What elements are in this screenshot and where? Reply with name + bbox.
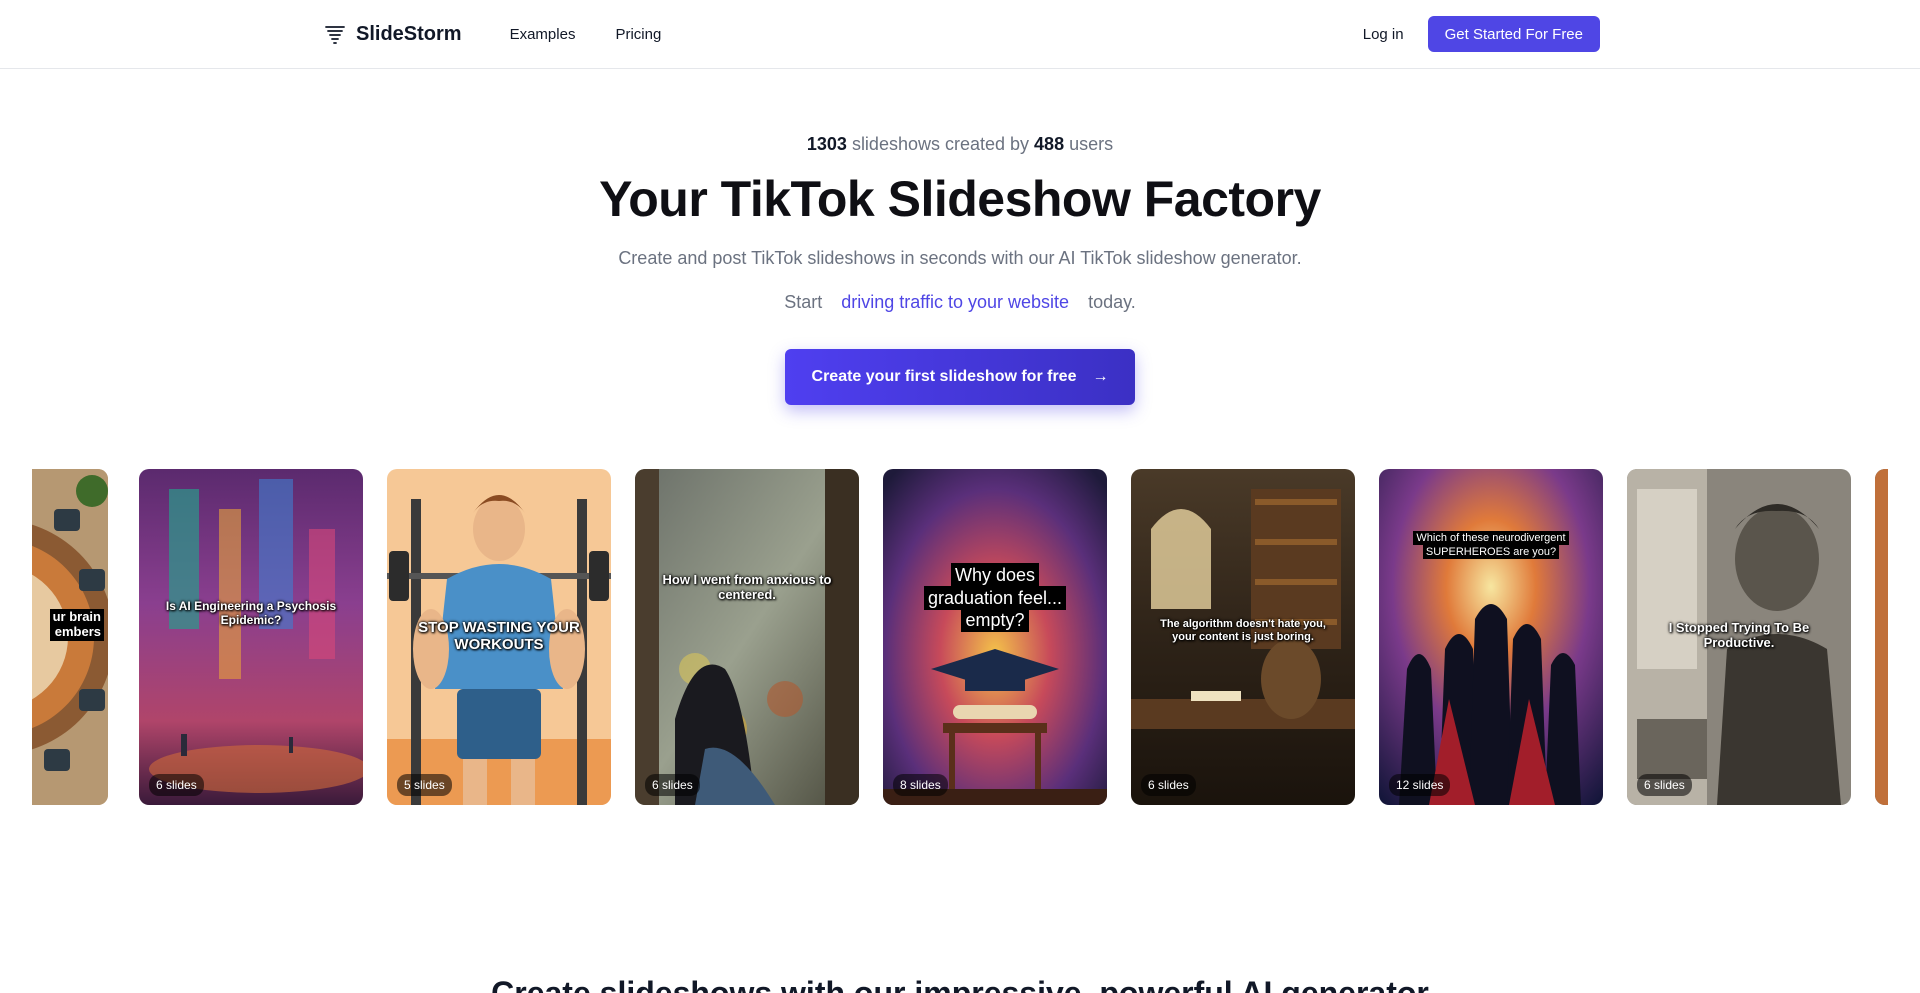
- card-caption: Is AI Engineering a Psychosis Epidemic?: [165, 599, 337, 627]
- card-illustration-graduation: [883, 469, 1107, 805]
- card-illustration-superheroes: [1379, 469, 1603, 805]
- card-caption: The algorithm doesn't hate you, your con…: [1160, 618, 1326, 643]
- stats-text-mid: slideshows created by: [851, 134, 1030, 154]
- login-link[interactable]: Log in: [1363, 26, 1404, 43]
- tornado-logo-icon: [325, 26, 345, 44]
- card-caption: ur brain embers: [32, 609, 108, 641]
- slide-count-badge: 6 slides: [149, 774, 204, 796]
- slide-count-badge: 6 slides: [1637, 774, 1692, 796]
- slideshow-count: 1303: [806, 134, 847, 154]
- slide-count-badge: 6 slides: [1141, 774, 1196, 796]
- caption-text: Which of these neurodivergent SUPERHEROE…: [1413, 531, 1569, 560]
- card-caption: Which of these neurodivergent SUPERHEROE…: [1379, 531, 1603, 560]
- top-navbar: SlideStorm Examples Pricing Log in Get S…: [0, 0, 1920, 69]
- card-caption: Why does graduation feel... empty?: [883, 563, 1107, 632]
- hero-subtitle: Create and post TikTok slideshows in sec…: [618, 248, 1302, 268]
- tagline-start: Start: [784, 292, 823, 312]
- stats-text-end: users: [1069, 134, 1114, 154]
- slideshow-card[interactable]: Is AI Engineering a Psychosis Epidemic? …: [139, 469, 363, 805]
- slide-count-badge: 8 slides: [893, 774, 948, 796]
- slide-count-badge: 12 slides: [1389, 774, 1451, 796]
- card-illustration-partial: [1875, 469, 1888, 805]
- create-slideshow-label: Create your first slideshow for free: [811, 368, 1077, 385]
- example-slideshows-carousel[interactable]: ur brain embers Is AI Engineering a Psyc…: [32, 469, 1888, 805]
- brand-name: SlideStorm: [356, 22, 462, 45]
- slideshow-card[interactable]: [1875, 469, 1888, 805]
- tagline-end: today.: [1088, 292, 1136, 312]
- slideshow-card[interactable]: The algorithm doesn't hate you, your con…: [1131, 469, 1355, 805]
- slideshow-card[interactable]: I Stopped Trying To Be Productive. 6 sli…: [1627, 469, 1851, 805]
- usage-stats: 1303 slideshows created by 488 users: [0, 134, 1920, 155]
- nav-link-examples[interactable]: Examples: [510, 26, 576, 43]
- navbar-inner: SlideStorm Examples Pricing Log in Get S…: [324, 0, 1600, 68]
- slideshow-card[interactable]: ur brain embers: [32, 469, 108, 805]
- user-count: 488: [1034, 134, 1065, 154]
- features-section-heading: Create slideshows with our impressive, p…: [491, 975, 1429, 993]
- hero-tagline: Start driving traffic to your website to…: [0, 292, 1920, 313]
- nav-link-pricing[interactable]: Pricing: [615, 26, 661, 43]
- slideshow-card[interactable]: How I went from anxious to centered. 6 s…: [635, 469, 859, 805]
- hero-title: Your TikTok Slideshow Factory: [599, 171, 1321, 227]
- arrow-right-icon: →: [1092, 368, 1109, 385]
- get-started-button[interactable]: Get Started For Free: [1427, 16, 1600, 52]
- card-caption: STOP WASTING YOUR WORKOUTS: [418, 619, 580, 654]
- slide-count-badge: 5 slides: [397, 774, 452, 796]
- slide-count-badge: 6 slides: [645, 774, 700, 796]
- rotating-benefit-link[interactable]: driving traffic to your website: [841, 292, 1069, 312]
- card-caption: I Stopped Trying To Be Productive.: [1668, 620, 1810, 650]
- slideshow-card[interactable]: STOP WASTING YOUR WORKOUTS 5 slides: [387, 469, 611, 805]
- card-caption: How I went from anxious to centered.: [662, 572, 832, 602]
- create-slideshow-button[interactable]: Create your first slideshow for free →: [785, 349, 1135, 405]
- card-illustration-rainy-window: [635, 469, 859, 805]
- brand-logo[interactable]: SlideStorm: [324, 23, 462, 46]
- nav-actions: Log in Get Started For Free: [1363, 16, 1600, 52]
- slideshow-card[interactable]: Which of these neurodivergent SUPERHEROE…: [1379, 469, 1603, 805]
- caption-text: Why does graduation feel... empty?: [923, 563, 1067, 632]
- card-illustration-ai-psychosis: [139, 469, 363, 805]
- slideshow-card[interactable]: Why does graduation feel... empty? 8 sli…: [883, 469, 1107, 805]
- caption-text: ur brain embers: [49, 609, 104, 641]
- nav-links: Examples Pricing: [510, 26, 662, 43]
